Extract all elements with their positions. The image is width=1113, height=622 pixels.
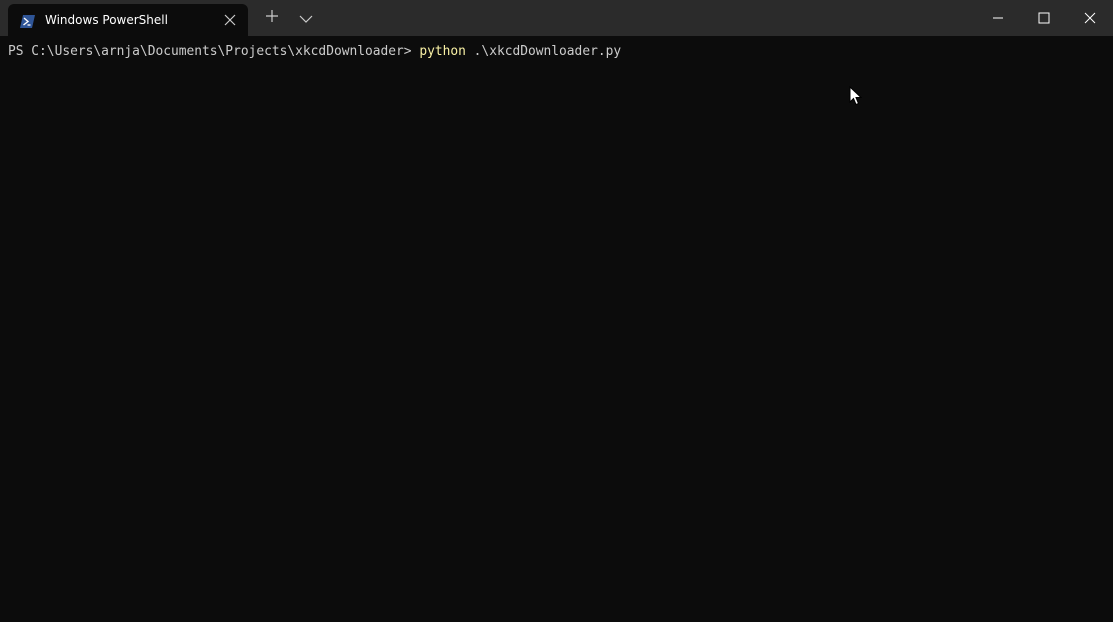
command-args: .\xkcdDownloader.py: [465, 44, 622, 59]
maximize-icon: [1038, 9, 1050, 28]
tab-windows-powershell[interactable]: Windows PowerShell: [8, 4, 248, 36]
plus-icon: [264, 8, 280, 28]
close-icon[interactable]: [222, 12, 238, 28]
maximize-button[interactable]: [1021, 0, 1067, 36]
command-line: PS C:\Users\arnja\Documents\Projects\xkc…: [8, 44, 621, 60]
terminal-area[interactable]: PS C:\Users\arnja\Documents\Projects\xkc…: [0, 36, 1113, 622]
new-tab-button[interactable]: [256, 0, 288, 36]
minimize-button[interactable]: [975, 0, 1021, 36]
close-window-button[interactable]: [1067, 0, 1113, 36]
command-name: python: [419, 44, 466, 59]
mouse-pointer-icon: [849, 85, 863, 106]
title-bar[interactable]: Windows PowerShell: [0, 0, 1113, 36]
minimize-icon: [992, 9, 1004, 28]
terminal-window: Windows PowerShell PS C:\Users\arnja\Doc…: [0, 0, 1113, 622]
prompt: PS C:\Users\arnja\Documents\Projects\xkc…: [8, 44, 420, 59]
tab-title: Windows PowerShell: [45, 13, 168, 27]
tab-dropdown-button[interactable]: [290, 0, 322, 36]
close-icon: [1084, 9, 1096, 28]
chevron-down-icon: [299, 9, 313, 28]
powershell-icon: [20, 13, 35, 28]
